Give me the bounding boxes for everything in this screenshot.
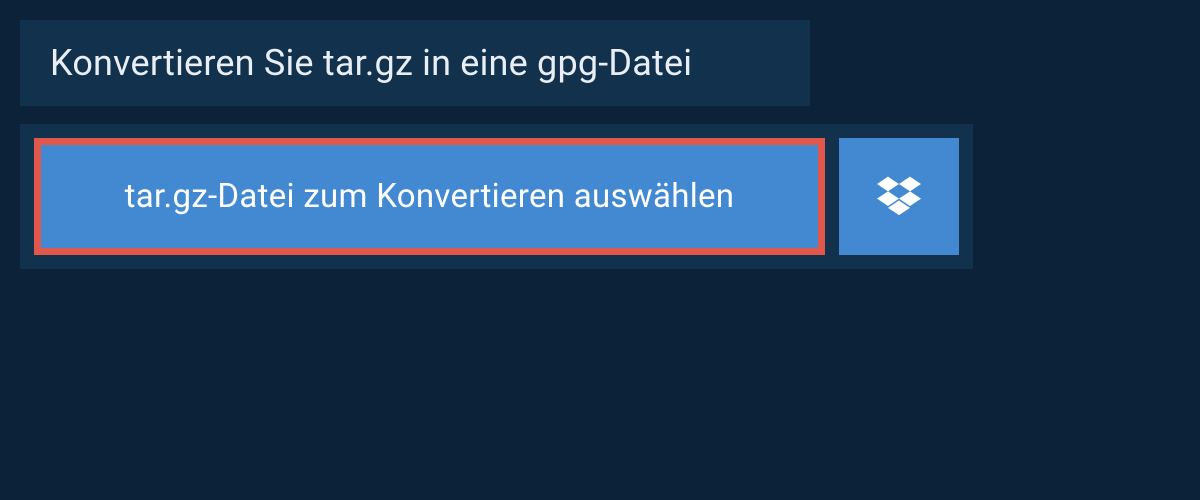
- page-title: Konvertieren Sie tar.gz in eine gpg-Date…: [50, 42, 780, 84]
- upload-panel: tar.gz-Datei zum Konvertieren auswählen: [20, 124, 973, 269]
- dropbox-button[interactable]: [839, 138, 959, 255]
- select-file-button[interactable]: tar.gz-Datei zum Konvertieren auswählen: [41, 145, 818, 248]
- dropbox-icon: [877, 173, 921, 221]
- page-heading-bar: Konvertieren Sie tar.gz in eine gpg-Date…: [20, 20, 810, 106]
- select-file-highlight-border: tar.gz-Datei zum Konvertieren auswählen: [34, 138, 825, 255]
- select-file-label: tar.gz-Datei zum Konvertieren auswählen: [125, 177, 735, 216]
